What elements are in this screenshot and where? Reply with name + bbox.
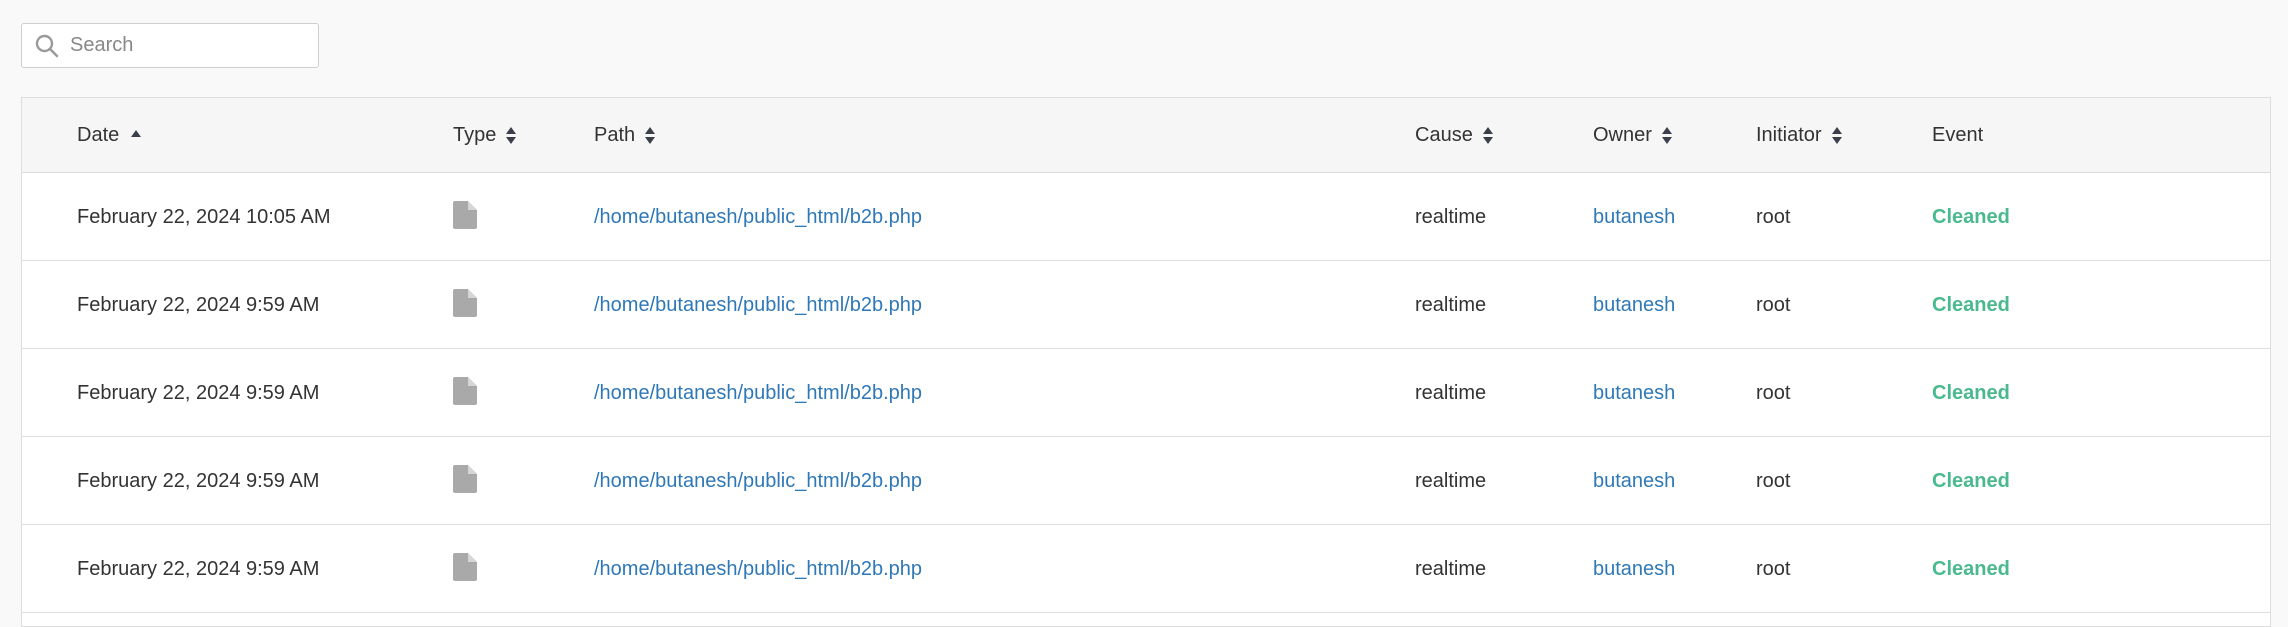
- event-status: Cleaned: [1932, 557, 2010, 580]
- owner-cell: butanesh: [1593, 261, 1675, 349]
- path-cell: /home/butanesh/public_html/b2b.php: [594, 525, 922, 613]
- column-header-path[interactable]: Path: [594, 98, 656, 173]
- table-row: February 22, 2024 9:59 AM /home/butanesh…: [22, 437, 2270, 525]
- column-header-label: Initiator: [1756, 124, 1822, 146]
- table-header: Date Type Path Cause Owner Initiator Eve…: [22, 98, 2270, 173]
- sort-icon: [1661, 125, 1672, 147]
- owner-link[interactable]: butanesh: [1593, 206, 1675, 229]
- table-row: February 22, 2024 9:59 AM /home/butanesh…: [22, 525, 2270, 613]
- date-cell: February 22, 2024 9:59 AM: [77, 293, 320, 316]
- column-header-label: Owner: [1593, 124, 1652, 146]
- column-header-date[interactable]: Date: [77, 98, 142, 173]
- column-header-event: Event: [1932, 98, 1983, 173]
- table-row: February 22, 2024 10:05 AM /home/butanes…: [22, 173, 2270, 261]
- date-cell: February 22, 2024 10:05 AM: [77, 205, 331, 228]
- event-status: Cleaned: [1932, 469, 2010, 492]
- owner-link[interactable]: butanesh: [1593, 294, 1675, 317]
- events-table: Date Type Path Cause Owner Initiator Eve…: [21, 97, 2271, 627]
- path-link[interactable]: /home/butanesh/public_html/b2b.php: [594, 558, 922, 581]
- event-status: Cleaned: [1932, 381, 2010, 404]
- path-cell: /home/butanesh/public_html/b2b.php: [594, 173, 922, 261]
- column-header-cause[interactable]: Cause: [1415, 98, 1493, 173]
- initiator-cell: root: [1756, 557, 1791, 580]
- table-row: February 22, 2024 9:59 AM /home/butanesh…: [22, 261, 2270, 349]
- owner-cell: butanesh: [1593, 349, 1675, 437]
- cause-cell: realtime: [1415, 469, 1487, 492]
- column-header-initiator[interactable]: Initiator: [1756, 98, 1842, 173]
- column-header-type[interactable]: Type: [453, 98, 517, 173]
- sort-icon: [1482, 125, 1493, 147]
- event-status: Cleaned: [1932, 293, 2010, 316]
- path-cell: /home/butanesh/public_html/b2b.php: [594, 349, 922, 437]
- initiator-cell: root: [1756, 381, 1791, 404]
- file-icon: [453, 201, 477, 229]
- owner-link[interactable]: butanesh: [1593, 382, 1675, 405]
- type-cell: [453, 525, 477, 613]
- column-header-label: Cause: [1415, 124, 1473, 146]
- search-box[interactable]: [21, 23, 319, 68]
- owner-link[interactable]: butanesh: [1593, 558, 1675, 581]
- date-cell: February 22, 2024 9:59 AM: [77, 381, 320, 404]
- type-cell: [453, 261, 477, 349]
- type-cell: [453, 437, 477, 525]
- column-header-label: Date: [77, 124, 120, 146]
- path-cell: /home/butanesh/public_html/b2b.php: [594, 261, 922, 349]
- type-cell: [453, 173, 477, 261]
- sort-ascending-icon: [131, 130, 142, 137]
- initiator-cell: root: [1756, 205, 1791, 228]
- column-header-label: Type: [453, 124, 497, 146]
- search-icon: [32, 31, 62, 61]
- path-cell: /home/butanesh/public_html/b2b.php: [594, 437, 922, 525]
- date-cell: February 22, 2024 9:59 AM: [77, 469, 320, 492]
- file-icon: [453, 465, 477, 493]
- column-header-label: Event: [1932, 124, 1984, 146]
- cause-cell: realtime: [1415, 293, 1487, 316]
- cause-cell: realtime: [1415, 205, 1487, 228]
- column-header-label: Path: [594, 124, 636, 146]
- column-header-owner[interactable]: Owner: [1593, 98, 1672, 173]
- owner-cell: butanesh: [1593, 437, 1675, 525]
- initiator-cell: root: [1756, 469, 1791, 492]
- file-icon: [453, 377, 477, 405]
- sort-icon: [506, 125, 517, 147]
- owner-cell: butanesh: [1593, 525, 1675, 613]
- owner-cell: butanesh: [1593, 173, 1675, 261]
- path-link[interactable]: /home/butanesh/public_html/b2b.php: [594, 470, 922, 493]
- path-link[interactable]: /home/butanesh/public_html/b2b.php: [594, 294, 922, 317]
- file-icon: [453, 289, 477, 317]
- path-link[interactable]: /home/butanesh/public_html/b2b.php: [594, 206, 922, 229]
- file-icon: [453, 553, 477, 581]
- type-cell: [453, 349, 477, 437]
- sort-icon: [1831, 125, 1842, 147]
- owner-link[interactable]: butanesh: [1593, 470, 1675, 493]
- sort-icon: [645, 125, 656, 147]
- cause-cell: realtime: [1415, 381, 1487, 404]
- cause-cell: realtime: [1415, 557, 1487, 580]
- initiator-cell: root: [1756, 293, 1791, 316]
- event-status: Cleaned: [1932, 205, 2010, 228]
- date-cell: February 22, 2024 9:59 AM: [77, 557, 320, 580]
- path-link[interactable]: /home/butanesh/public_html/b2b.php: [594, 382, 922, 405]
- table-row: February 22, 2024 9:59 AM /home/butanesh…: [22, 349, 2270, 437]
- search-input[interactable]: [70, 34, 300, 57]
